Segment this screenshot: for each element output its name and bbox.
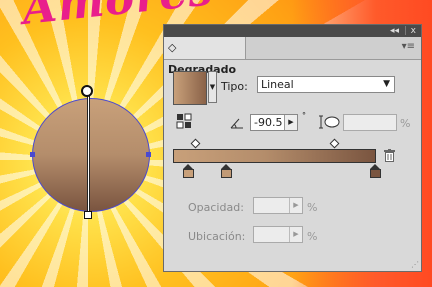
swatch-dropdown-button[interactable]: ▼ bbox=[208, 71, 217, 103]
angle-icon bbox=[230, 118, 243, 129]
aspect-ratio-icon bbox=[319, 115, 340, 129]
panel-menu-icon[interactable]: ▾≡ bbox=[402, 41, 415, 52]
collapse-icon[interactable]: ◂◂ bbox=[390, 25, 399, 37]
panel-titlebar[interactable]: ◂◂ | x bbox=[164, 25, 421, 37]
gradient-ellipse[interactable] bbox=[32, 98, 150, 212]
location-unit: % bbox=[307, 230, 318, 243]
gradient-slider[interactable] bbox=[173, 149, 376, 163]
reverse-gradient-icon[interactable] bbox=[176, 113, 192, 129]
opacity-label: Opacidad: bbox=[188, 201, 244, 214]
midpoint-diamond[interactable] bbox=[190, 138, 201, 149]
opacity-stepper-icon: ▶ bbox=[289, 198, 302, 213]
location-stepper-icon: ▶ bbox=[289, 227, 302, 242]
angle-value: -90.5 bbox=[254, 116, 283, 129]
gradient-panel: ◂◂ | x ◇ Degradado ▾≡ ▼ Tipo: Lineal ▼ -… bbox=[163, 24, 422, 272]
gradient-stop[interactable] bbox=[183, 164, 194, 178]
angle-field[interactable]: -90.5 ▶ bbox=[250, 114, 298, 131]
type-select-value: Lineal bbox=[261, 78, 294, 91]
titlebar-divider: | bbox=[403, 26, 407, 36]
close-icon[interactable]: x bbox=[411, 25, 416, 37]
location-label: Ubicación: bbox=[188, 230, 246, 243]
type-label: Tipo: bbox=[221, 80, 248, 93]
gradient-stop[interactable] bbox=[221, 164, 232, 178]
gradient-swatch[interactable] bbox=[173, 71, 207, 105]
tab-degradado[interactable]: ◇ Degradado bbox=[164, 37, 246, 76]
aspect-ratio-unit: % bbox=[400, 117, 411, 130]
anchor-point-right[interactable] bbox=[146, 152, 151, 157]
midpoint-diamond[interactable] bbox=[329, 138, 340, 149]
location-field: ▶ bbox=[253, 226, 303, 243]
opacity-unit: % bbox=[307, 201, 318, 214]
angle-stepper-icon[interactable]: ▶ bbox=[284, 115, 297, 130]
opacity-field: ▶ bbox=[253, 197, 303, 214]
angle-unit: ° bbox=[302, 111, 306, 120]
panel-tab-row: ◇ Degradado ▾≡ bbox=[164, 37, 421, 76]
tab-toggle-icon[interactable]: ◇ bbox=[168, 41, 176, 54]
resize-grip-icon[interactable]: ⋰ bbox=[411, 260, 419, 269]
gradient-end-handle[interactable] bbox=[84, 211, 92, 219]
chevron-down-icon: ▼ bbox=[383, 79, 390, 89]
gradient-start-handle[interactable] bbox=[81, 85, 93, 97]
aspect-ratio-field bbox=[343, 114, 397, 131]
type-select[interactable]: Lineal ▼ bbox=[257, 76, 395, 93]
gradient-annotator-bar[interactable] bbox=[87, 92, 90, 216]
gradient-stop[interactable] bbox=[370, 164, 381, 178]
gradient-stop-color bbox=[183, 169, 194, 178]
trash-icon[interactable] bbox=[384, 149, 395, 162]
anchor-point-left[interactable] bbox=[30, 152, 35, 157]
gradient-stop-color bbox=[370, 169, 381, 178]
gradient-stop-color bbox=[221, 169, 232, 178]
